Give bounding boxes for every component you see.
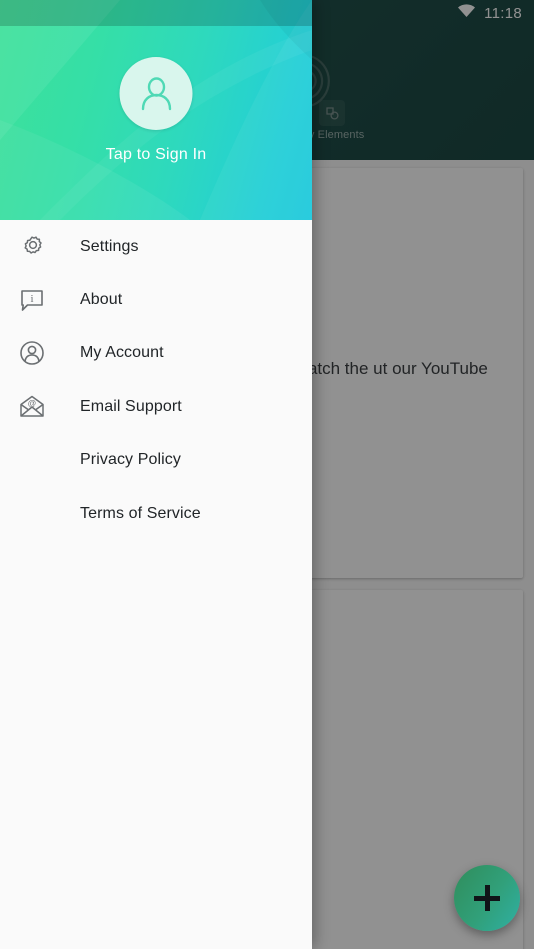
menu-label: Email Support — [80, 397, 182, 415]
menu-label: Privacy Policy — [80, 451, 181, 469]
drawer-status-overlay — [0, 0, 312, 26]
navigation-drawer[interactable]: Tap to Sign In Settings i About My Accou… — [0, 0, 312, 949]
email-at-icon: @ — [16, 391, 48, 423]
tap-to-sign-in-label[interactable]: Tap to Sign In — [0, 146, 312, 164]
menu-item-my-account[interactable]: My Account — [0, 327, 312, 380]
menu-label: About — [80, 291, 123, 309]
avatar[interactable] — [119, 57, 193, 130]
status-bar-clock: 11:18 — [484, 4, 522, 22]
menu-label: Settings — [80, 237, 139, 255]
drawer-menu: Settings i About My Account @ Email Supp… — [0, 220, 312, 540]
menu-item-privacy-policy[interactable]: Privacy Policy — [0, 434, 312, 487]
elements-icon — [319, 100, 345, 126]
person-avatar-icon — [141, 76, 171, 110]
add-fab-button[interactable] — [454, 865, 520, 931]
menu-label: My Account — [80, 344, 164, 362]
drawer-header[interactable]: Tap to Sign In — [0, 0, 312, 220]
svg-text:@: @ — [28, 398, 37, 408]
menu-label: Terms of Service — [80, 504, 201, 522]
account-circle-icon — [16, 337, 48, 369]
plus-icon — [474, 885, 500, 911]
menu-item-terms-of-service[interactable]: Terms of Service — [0, 487, 312, 540]
svg-text:i: i — [30, 293, 33, 305]
menu-item-settings[interactable]: Settings — [0, 220, 312, 273]
info-bubble-icon: i — [16, 284, 48, 316]
wifi-icon — [457, 3, 476, 23]
menu-item-about[interactable]: i About — [0, 273, 312, 326]
app-root: n My Elements — [0, 0, 534, 949]
menu-item-email-support[interactable]: @ Email Support — [0, 380, 312, 433]
gear-icon — [16, 231, 48, 263]
